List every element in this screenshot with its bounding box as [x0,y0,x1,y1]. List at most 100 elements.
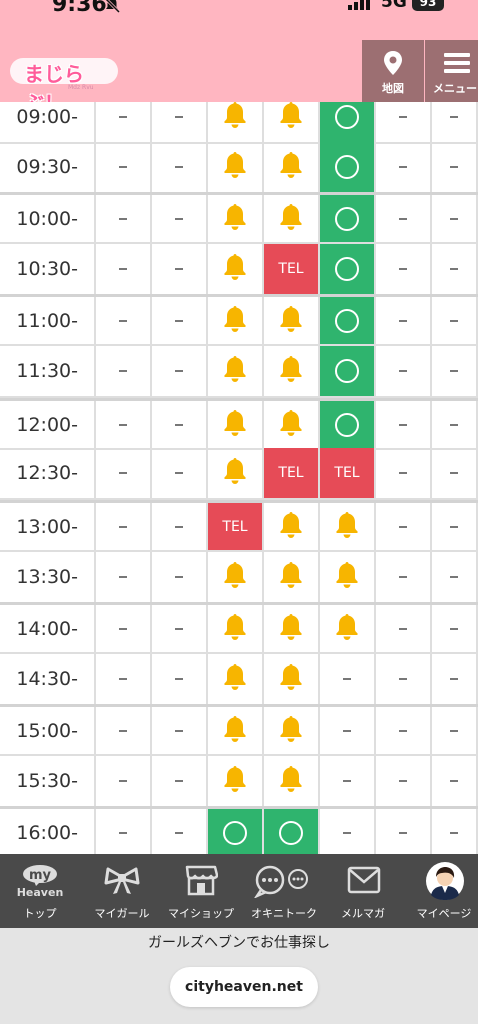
waitlist-slot[interactable] [208,401,264,448]
available-slot[interactable] [320,297,376,344]
waitlist-slot[interactable] [208,448,264,498]
unavailable-slot [376,707,432,754]
bell-icon [278,151,304,183]
available-slot[interactable] [320,195,376,242]
unavailable-slot [96,605,152,652]
tel-slot[interactable]: TEL [264,448,320,498]
unavailable-slot [96,401,152,448]
waitlist-slot[interactable] [208,142,264,192]
circle-icon [335,155,359,179]
available-slot[interactable] [320,346,376,396]
available-slot[interactable] [320,142,376,192]
time-slot-label: 15:30- [0,756,96,806]
bell-icon [222,253,248,285]
time-slot-label: 09:00- [0,102,96,142]
waitlist-slot[interactable] [320,503,376,550]
circle-icon [223,820,247,845]
waitlist-slot[interactable] [264,401,320,448]
tel-slot[interactable]: TEL [264,244,320,294]
available-slot[interactable] [320,401,376,448]
tab-top[interactable]: my Heaven トップ [0,854,80,928]
tel-slot[interactable]: TEL [208,503,264,550]
bell-icon [222,457,248,489]
waitlist-slot[interactable] [208,756,264,806]
available-slot[interactable] [320,102,376,142]
unavailable-slot [376,297,432,344]
unavailable-slot [96,346,152,396]
unavailable-slot [96,142,152,192]
unavailable-slot [152,401,208,448]
waitlist-slot[interactable] [320,605,376,652]
waitlist-slot[interactable] [264,297,320,344]
menu-label: メニュー [433,82,477,95]
unavailable-slot [432,244,478,294]
unavailable-slot [432,503,478,550]
unavailable-slot [152,142,208,192]
bell-icon [222,409,248,441]
dash-mark [119,268,127,270]
waitlist-slot[interactable] [264,654,320,704]
unavailable-slot [432,297,478,344]
dash-mark [119,423,127,426]
site-logo[interactable]: まじらぶ！ Mdz Rvu [10,54,120,115]
waitlist-slot[interactable] [208,605,264,652]
tab-myshop[interactable]: マイショップ [161,854,241,928]
waitlist-slot[interactable] [208,195,264,242]
dash-mark [450,370,458,372]
dash-mark [175,729,183,732]
dash-mark [399,370,407,372]
circle-icon [335,257,359,281]
tab-melmaga[interactable]: メルマガ [323,854,403,928]
waitlist-slot[interactable] [208,102,264,142]
cell-signal-icon [348,0,370,10]
tab-mygirl[interactable]: マイガール [82,854,162,928]
waitlist-slot[interactable] [264,552,320,602]
waitlist-slot[interactable] [264,195,320,242]
waitlist-slot[interactable] [208,346,264,396]
waitlist-slot[interactable] [208,244,264,294]
tab-melmaga-label: メルマガ [341,907,385,920]
tel-slot[interactable]: TEL [320,448,376,498]
available-slot[interactable] [320,244,376,294]
bell-icon [222,305,248,337]
unavailable-slot [432,142,478,192]
waitlist-slot[interactable] [208,707,264,754]
waitlist-slot[interactable] [264,605,320,652]
battery-indicator: 93 [412,0,444,11]
bell-icon [334,613,360,645]
unavailable-slot [432,756,478,806]
time-slot-label: 11:00- [0,297,96,344]
available-slot[interactable] [264,809,320,854]
waitlist-slot[interactable] [320,552,376,602]
unavailable-slot [432,346,478,396]
waitlist-slot[interactable] [264,142,320,192]
waitlist-slot[interactable] [264,346,320,396]
menu-button[interactable]: メニュー [425,40,478,102]
unavailable-slot [432,552,478,602]
tab-mypage[interactable]: マイページ [404,854,478,928]
tab-mygirl-label: マイガール [94,907,150,920]
time-slot-label: 12:30- [0,448,96,498]
dash-mark [175,576,183,578]
waitlist-slot[interactable] [264,707,320,754]
waitlist-slot[interactable] [264,102,320,142]
time-slot-label: 13:30- [0,552,96,602]
waitlist-slot[interactable] [208,552,264,602]
unavailable-slot [432,401,478,448]
silent-mode-icon [103,0,121,14]
tab-okinitalk-label: オキニトーク [251,907,317,920]
waitlist-slot[interactable] [264,503,320,550]
waitlist-slot[interactable] [208,297,264,344]
dash-mark [119,576,127,578]
app-screen: 9:36 5G 93 まじらぶ！ Mdz Rvu 地図 [0,0,478,1024]
address-bar[interactable]: cityheaven.net [170,967,318,1007]
map-button[interactable]: 地図 [362,40,424,102]
dash-mark [399,116,407,118]
unavailable-slot [320,707,376,754]
circle-icon [335,412,359,437]
available-slot[interactable] [208,809,264,854]
tab-okinitalk[interactable]: オキニトーク [244,854,324,928]
waitlist-slot[interactable] [264,756,320,806]
dash-mark [119,319,127,322]
waitlist-slot[interactable] [208,654,264,704]
